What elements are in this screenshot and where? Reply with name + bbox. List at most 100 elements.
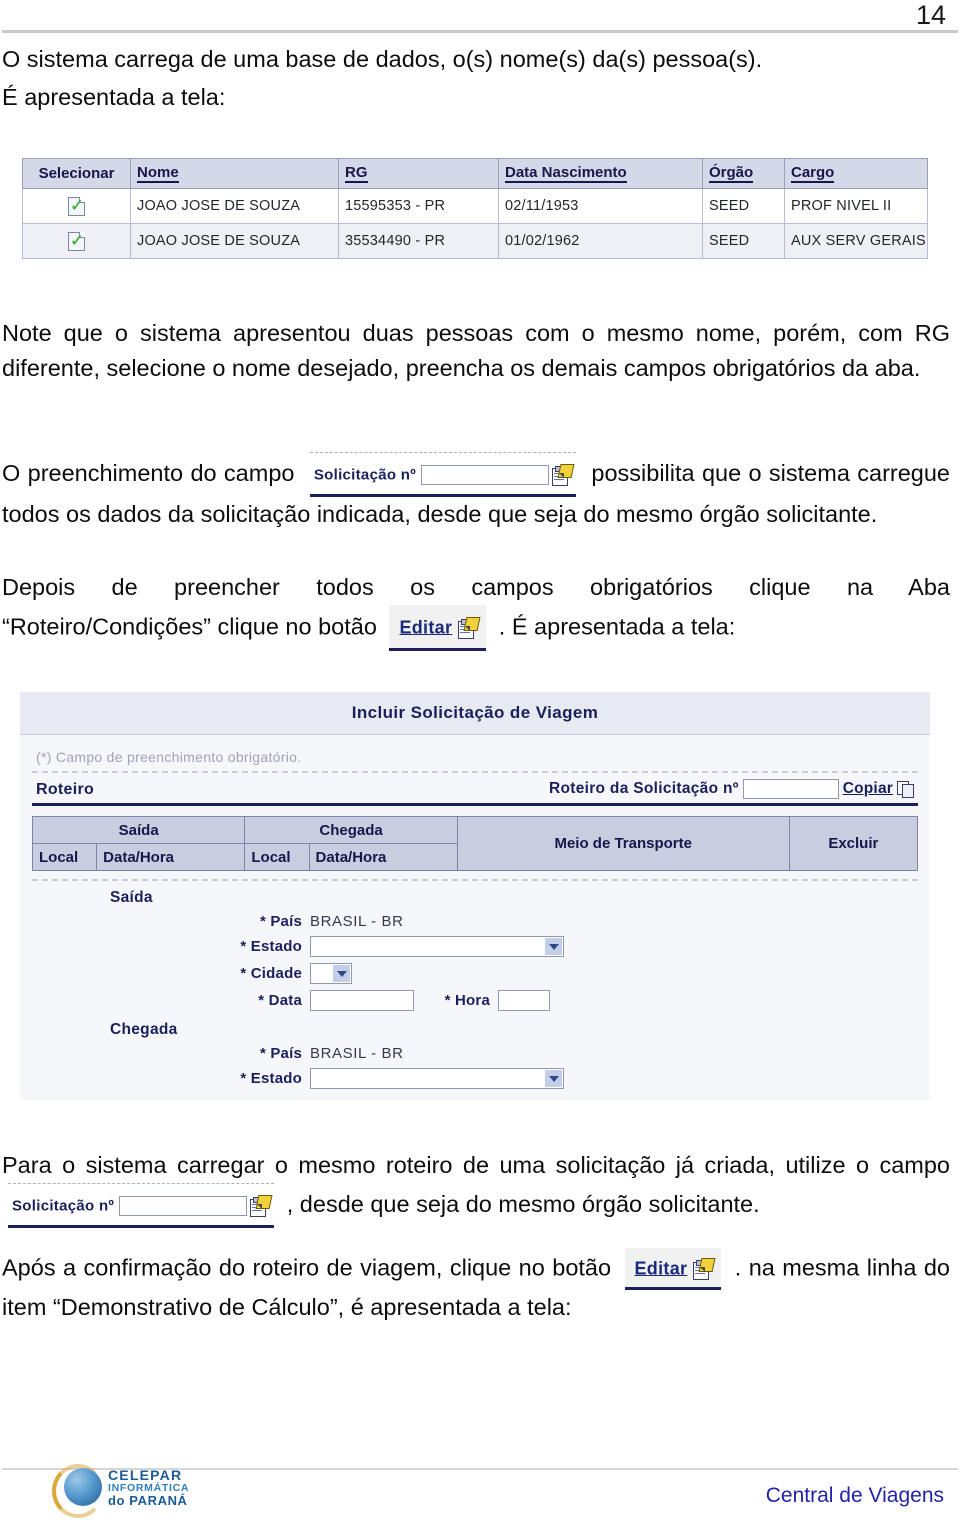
roteiro-solicitacao-label: Roteiro da Solicitação nº [548,780,739,797]
bottom-paragraph-2: Após a confirmação do roteiro de viagem,… [2,1248,950,1325]
solicitacao-numero-label: Solicitação nº [313,466,417,484]
column-header-orgao[interactable]: Órgão [702,158,785,189]
cell-orgao: SEED [702,188,785,224]
editar-paragraph-line-1: Depois de preencher todos os campos obri… [2,574,950,600]
column-header-rg[interactable]: RG [338,158,499,189]
editar-paragraph-line-2: “Roteiro/Condições” clique no botão Edit… [2,605,950,652]
chegada-title: Chegada [110,1021,178,1038]
chevron-down-icon[interactable] [545,938,562,955]
bottom-para1-before: Para o sistema carregar o mesmo roteiro … [2,1152,950,1178]
bottom-para1-after: , desde que seja do mesmo órgão solicita… [286,1190,760,1217]
saida-block: Saída * País BRASIL - BR * Estado * Cida… [32,881,918,1011]
editar-text-after: . É apresentada a tela: [498,613,736,640]
solicitacao-numero-field[interactable]: Solicitação nº [309,452,577,498]
column-header-data-nascimento[interactable]: Data Nascimento [498,158,703,189]
cell-nome: JOAO JOSE DE SOUZA [130,223,339,259]
route-header-row-top: Saída Chegada Meio de Transporte Excluir [31,816,919,871]
celepar-logo: CELEPAR INFORMÁTICA do PARANÁ [52,1460,189,1518]
chegada-pais-row: * País BRASIL - BR [110,1045,918,1062]
table-header-row: Selecionar Nome RG Data Nascimento Órgão… [22,158,928,189]
intro-line-1: O sistema carrega de uma base de dados, … [2,46,763,72]
document-check-icon[interactable]: ✓ [68,196,85,216]
clipboard-search-icon[interactable] [551,463,575,486]
edit-note-icon [692,1257,716,1280]
logo-line-1: CELEPAR [108,1467,183,1483]
route-header-chegada: Chegada [244,816,458,844]
cell-orgao: SEED [702,223,785,259]
roteiro-section-bar: Roteiro Roteiro da Solicitação nº Copiar [32,773,918,806]
intro-line-2: É apresentada a tela: [2,84,226,110]
clipboard-search-icon[interactable] [249,1194,273,1217]
saida-pais-label: * País [259,913,302,930]
select-cell[interactable]: ✓ [22,223,131,259]
solicitacao-paragraph: O preenchimento do campo Solicitação nº … [2,452,950,532]
route-header-excluir: Excluir [788,816,919,871]
obligatory-field-note: (*) Campo de preenchimento obrigatório. [36,749,302,765]
cell-cargo: PROF NIVEL II [784,188,928,224]
cell-rg: 35534490 - PR [338,223,499,259]
footer-system-name: Central de Viagens [765,1484,944,1507]
chegada-estado-label: * Estado [240,1070,302,1087]
cell-rg: 15595353 - PR [338,188,499,224]
saida-estado-label: * Estado [240,938,302,955]
editar-button-bottom[interactable]: Editar [624,1248,722,1291]
table-row: ✓ JOAO JOSE DE SOUZA 15595353 - PR 02/11… [22,188,928,224]
route-header-saida-datahora: Data/Hora [96,843,246,871]
solicitacao-numero-field-bottom[interactable]: Solicitação nº [8,1183,275,1229]
solicitacao-numero-input[interactable] [421,464,550,485]
bottom-para2-before: Após a confirmação do roteiro de viagem,… [2,1254,612,1281]
roteiro-section-label: Roteiro [36,781,95,798]
chevron-down-icon[interactable] [545,1070,562,1087]
chegada-pais-label: * País [259,1045,302,1062]
solicitacao-numero-label: Solicitação nº [12,1197,115,1215]
chegada-estado-select[interactable] [310,1068,564,1089]
saida-hora-input[interactable] [498,990,550,1011]
cell-nome: JOAO JOSE DE SOUZA [130,188,339,224]
column-header-selecionar[interactable]: Selecionar [22,158,131,189]
document-check-icon[interactable]: ✓ [68,231,85,251]
page-number: 14 [915,0,946,30]
chevron-down-icon[interactable] [333,965,350,982]
table-row: ✓ JOAO JOSE DE SOUZA 35534490 - PR 01/02… [22,223,928,259]
column-header-cargo[interactable]: Cargo [784,158,928,189]
saida-data-input[interactable] [310,990,414,1011]
logo-line-3: do PARANÁ [108,1493,188,1509]
copiar-link[interactable]: Copiar [843,780,893,798]
route-header-meio-transporte: Meio de Transporte [456,816,790,871]
saida-data-hora-row: * Data * Hora [110,990,918,1011]
saida-pais-row: * País BRASIL - BR [110,913,918,930]
page-header: 14 [0,0,960,36]
screenshot-title: Incluir Solicitação de Viagem [351,703,599,722]
saida-hora-label: * Hora [444,992,490,1009]
saida-cidade-select[interactable] [310,963,352,984]
saida-pais-value: BRASIL - BR [310,913,404,930]
bottom-paragraph-1: Para o sistema carregar o mesmo roteiro … [2,1148,950,1229]
solicitacao-numero-input[interactable] [119,1195,248,1216]
cell-data-nascimento: 01/02/1962 [498,223,703,259]
roteiro-solicitacao-input[interactable] [742,779,839,799]
incluir-solicitacao-screenshot: Incluir Solicitação de Viagem (*) Campo … [20,692,930,1100]
editar-button-label: Editar [634,1258,688,1279]
edit-note-icon [457,616,481,639]
chegada-block: Chegada * País BRASIL - BR * Estado [32,1017,918,1089]
saida-cidade-label: * Cidade [240,965,302,982]
solicitacao-text-before: O preenchimento do campo [2,459,295,486]
saida-data-label: * Data [258,992,302,1009]
header-divider [2,30,958,33]
cell-data-nascimento: 02/11/1953 [498,188,703,224]
editar-button-label: Editar [399,617,453,638]
logo-sphere-shape [64,1468,102,1506]
editar-button[interactable]: Editar [389,605,487,652]
editar-text-before: “Roteiro/Condições” clique no botão [2,613,377,640]
route-header-chegada-local: Local [244,843,310,871]
saida-estado-select[interactable] [310,936,564,957]
route-header-chegada-datahora: Data/Hora [308,843,458,871]
route-columns-header: Saída Chegada Meio de Transporte Excluir… [31,816,919,871]
column-header-nome[interactable]: Nome [130,158,339,189]
select-cell[interactable]: ✓ [22,188,131,224]
saida-title: Saída [110,889,153,906]
chegada-pais-value: BRASIL - BR [310,1045,404,1062]
copy-icon[interactable] [897,781,914,798]
route-header-saida-local: Local [31,843,98,871]
person-result-table: Selecionar Nome RG Data Nascimento Órgão… [22,158,928,259]
